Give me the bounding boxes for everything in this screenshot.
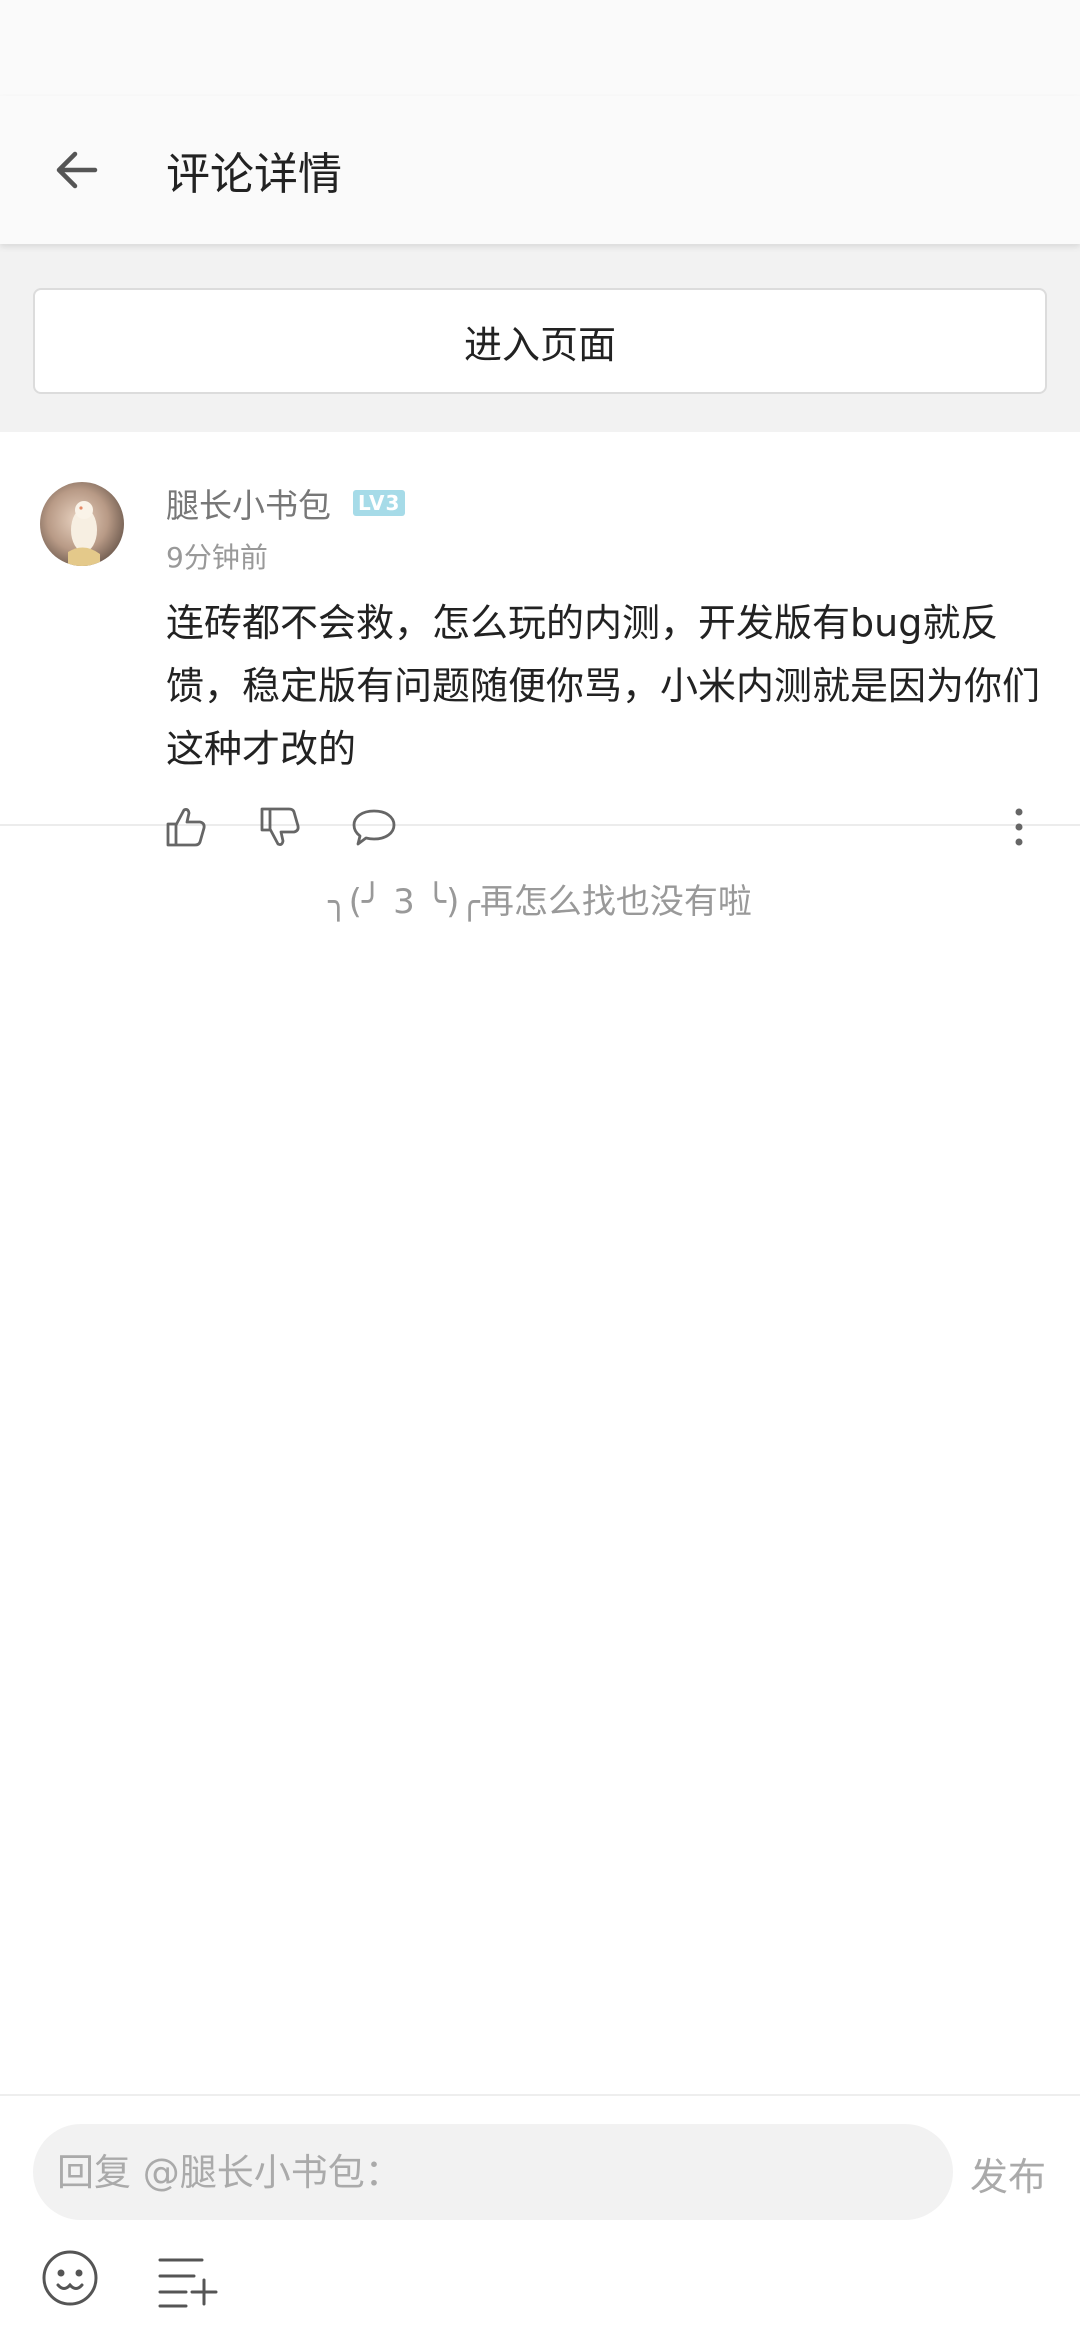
dislike-button[interactable] xyxy=(256,803,304,851)
level-badge: LV3 xyxy=(353,490,406,516)
avatar[interactable] xyxy=(40,482,124,566)
comment-item: 腿长小书包 LV3 9分钟前 连砖都不会救，怎么玩的内测，开发版有bug就反馈，… xyxy=(0,432,1080,847)
thumbs-up-icon xyxy=(166,808,206,847)
app-header: 评论详情 xyxy=(0,96,1080,244)
more-options-button[interactable] xyxy=(995,803,1043,851)
publish-button[interactable]: 发布 xyxy=(970,2146,1046,2201)
emoji-button[interactable] xyxy=(40,2248,100,2308)
enter-page-section: 进入页面 xyxy=(0,244,1080,432)
reply-input[interactable] xyxy=(33,2124,953,2220)
arrow-left-icon xyxy=(56,151,98,189)
avatar-image xyxy=(40,482,124,566)
list-add-icon xyxy=(158,2258,218,2308)
reply-bar: 发布 xyxy=(0,2094,1080,2340)
reply-comment-button[interactable] xyxy=(350,803,398,851)
like-button[interactable] xyxy=(162,803,210,851)
emoji-icon xyxy=(42,2250,98,2306)
username[interactable]: 腿长小书包 xyxy=(166,479,331,527)
enter-page-button[interactable]: 进入页面 xyxy=(33,288,1047,394)
status-bar xyxy=(0,0,1080,96)
back-button[interactable] xyxy=(36,130,116,210)
page-title: 评论详情 xyxy=(166,149,342,200)
speech-bubble-icon xyxy=(352,809,396,846)
thumbs-down-icon xyxy=(260,807,300,846)
more-vertical-icon xyxy=(1015,808,1023,846)
comment-text: 连砖都不会救，怎么玩的内测，开发版有bug就反馈，稳定版有问题随便你骂，小米内测… xyxy=(166,601,1041,771)
comment-timestamp: 9分钟前 xyxy=(166,541,268,574)
comment-actions xyxy=(0,795,1080,865)
end-of-list-message: ╮(╯ 3 ╰)╭再怎么找也没有啦 xyxy=(328,882,752,922)
add-list-button[interactable] xyxy=(156,2252,220,2308)
